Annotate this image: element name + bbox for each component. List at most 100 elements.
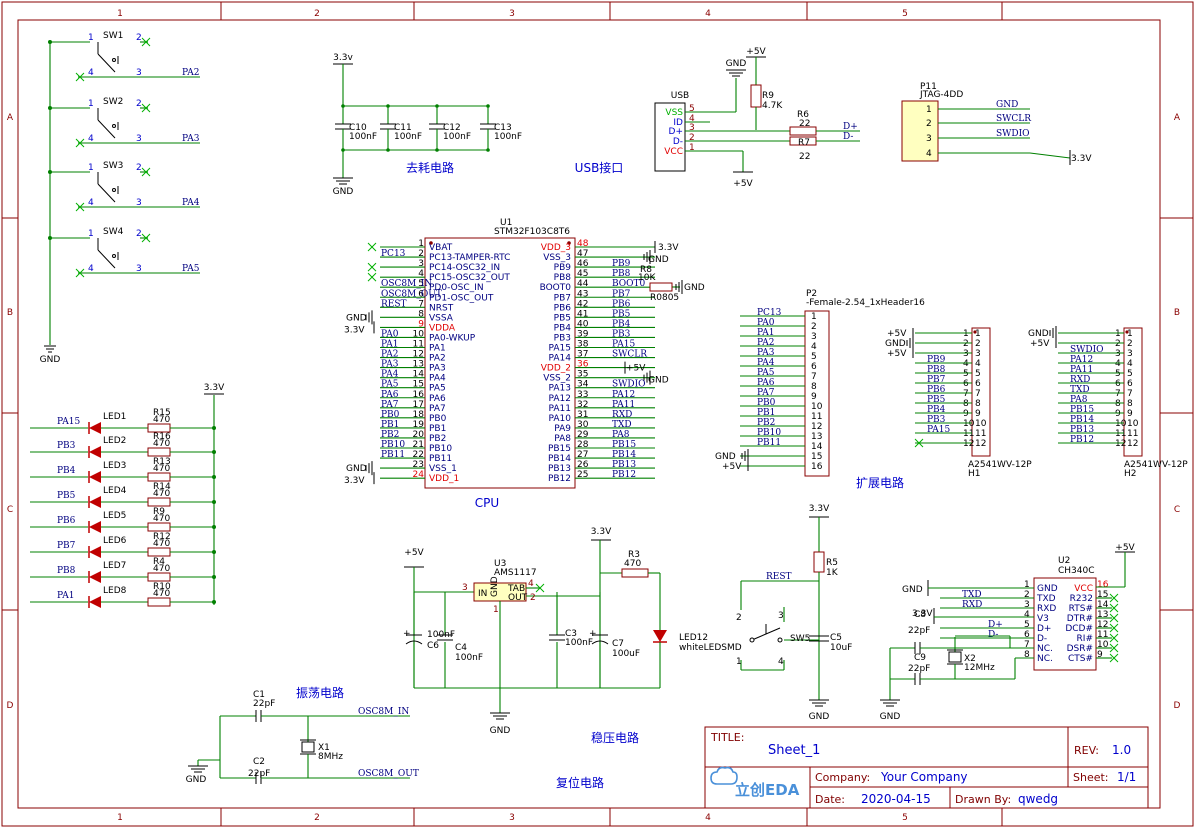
mcu-net-label: PB10: [381, 440, 405, 450]
h1-pin-number: 4: [963, 359, 969, 369]
mcu-pin-name: PA3: [429, 364, 446, 374]
led-resistor-value: 470: [153, 464, 170, 474]
h1-pin-number: 3: [963, 349, 969, 359]
ch340-pin-name: V3: [1037, 614, 1049, 624]
ch340-pin-name: D+: [1037, 624, 1051, 634]
sw-pin: 3: [136, 68, 142, 78]
mcu-net-label: PA8: [612, 430, 630, 440]
polarity-mark: +: [403, 629, 411, 639]
h2-pin-label: 5: [1127, 369, 1133, 379]
jtag-pin-number: 2: [926, 119, 932, 129]
h1-pin-number: 9: [963, 409, 969, 419]
mcu-pin-name: VDD_1: [429, 474, 459, 484]
h1-pin-number: 12: [963, 439, 974, 449]
section-title-reset: 复位电路: [556, 775, 604, 790]
ch340-pin-name: RI#: [1077, 634, 1093, 644]
h2-pin-number: 2: [1115, 339, 1121, 349]
led-resistor-value: 470: [153, 489, 170, 499]
sw-pin: 1: [88, 99, 94, 109]
mcu-net-label: PB8: [612, 269, 631, 279]
r6-value: 22: [799, 119, 810, 129]
p2-pin-number: 7: [811, 372, 817, 382]
ch340-pin-name: GND: [1037, 584, 1058, 594]
h1-pin-label: 4: [975, 359, 981, 369]
led-resistor-value: 470: [153, 539, 170, 549]
h2-pin-label: 1: [1127, 329, 1133, 339]
rail-3v3-label: 3.3V: [809, 504, 830, 514]
sw-ref: SW3: [103, 161, 123, 171]
mcu-pin-name: PB11: [429, 454, 452, 464]
mcu-net-label: PA1: [381, 340, 398, 350]
u3-pin-number: 4: [528, 579, 534, 589]
led-net-label: PA15: [57, 417, 80, 427]
p2-header: P2 -Female-2.54_1xHeader16 1PC132PA03PA1…: [715, 289, 925, 490]
h1-pin-number: 6: [963, 379, 969, 389]
row-label: D: [7, 701, 14, 711]
decap-value: 100nF: [394, 132, 422, 142]
led12-ref: LED12: [679, 633, 708, 643]
jtag-net-label: SWCLR: [996, 114, 1031, 124]
mcu-pin-name: PA6: [429, 394, 446, 404]
mcu-net-label: PB2: [381, 430, 399, 440]
rail-5v-label: +5V: [722, 462, 742, 472]
led-ref: LED6: [103, 536, 127, 546]
mcu-net-label: PA2: [381, 350, 398, 360]
h2-pin-number: 6: [1115, 379, 1121, 389]
mcu-part: STM32F103C8T6: [494, 227, 570, 237]
mcu-pin-name: PB4: [554, 323, 572, 333]
p2-pin-number: 1: [811, 312, 817, 322]
sw5-pin: 1: [736, 657, 742, 667]
col-label: 5: [902, 9, 908, 19]
mcu-pin-name: PB15: [548, 444, 571, 454]
mcu-net-label: PB15: [612, 440, 636, 450]
c1-value: 22pF: [253, 699, 275, 709]
mcu-net-label: PB4: [612, 319, 631, 329]
h2-pin-number: 8: [1115, 399, 1121, 409]
p2-net-label: PA1: [757, 328, 774, 338]
p2-net-label: PB0: [757, 398, 776, 408]
mcu-pin-name: PC14-OSC32_IN: [429, 263, 500, 273]
c7-value: 100uF: [612, 649, 640, 659]
section-title-expansion: 扩展电路: [856, 475, 904, 490]
sw-pin: 4: [88, 134, 94, 144]
h1-pin-label: 12: [975, 439, 986, 449]
p2-pin-number: 3: [811, 332, 817, 342]
gnd-label: GND: [809, 712, 830, 722]
company-label: Company:: [815, 771, 870, 784]
sw-net-label: PA5: [182, 264, 200, 274]
col-label: 3: [509, 813, 515, 823]
p2-pin-number: 13: [811, 432, 822, 442]
gnd-symbol: GND: [40, 345, 60, 365]
col-label: 2: [314, 813, 320, 823]
sw-pin: 1: [88, 163, 94, 173]
gnd-label: GND: [186, 775, 207, 785]
ch340-pin-name: D-: [1037, 634, 1047, 644]
row-label: A: [1174, 113, 1181, 123]
x2-value: 12MHz: [964, 663, 995, 673]
mcu-net-label: PB0: [381, 410, 400, 420]
h1-net-label: PA15: [927, 425, 950, 435]
gnd-label: GND: [880, 712, 901, 722]
ch340-net-label: D+: [988, 620, 1003, 630]
sw-pin: 2: [136, 99, 142, 109]
c3-value: 100nF: [565, 638, 593, 648]
h2-pin-label: 9: [1127, 409, 1133, 419]
p2-net-label: PA5: [757, 368, 775, 378]
date-value: 2020-04-15: [861, 792, 931, 806]
ch340-net-label: RXD: [962, 600, 982, 610]
h2-pin-label: 3: [1127, 349, 1133, 359]
u3-gnd-pin: GND: [490, 576, 500, 597]
gnd-label: GND: [684, 283, 705, 293]
rail-3v3-label: 3.3v: [333, 53, 353, 63]
led-ref: LED5: [103, 511, 126, 521]
usb-pin-name: D+: [669, 127, 683, 137]
mcu-pin-name: PA14: [549, 354, 572, 364]
c4-ref: C4: [455, 643, 467, 653]
mcu-pin-name: PC13-TAMPER-RTC: [429, 253, 510, 263]
led-resistor-value: 470: [153, 514, 170, 524]
r8-package: R0805: [650, 293, 679, 303]
h2-net-label: PB15: [1070, 405, 1094, 415]
led-net-label: PB8: [57, 566, 76, 576]
sheet-border: 1 2 3 4 5 1 2 3 4 5 A B C D A B C D: [1, 1, 1194, 827]
mcu-pin-name: PB2: [429, 434, 446, 444]
